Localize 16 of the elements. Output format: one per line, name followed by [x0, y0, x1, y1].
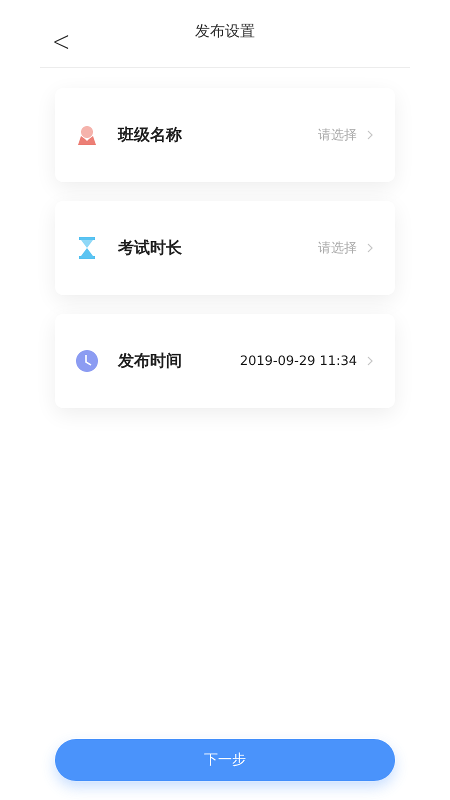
setting-card[interactable]: 班级名称 请选择	[55, 88, 395, 182]
chevron-icon	[367, 243, 373, 253]
chevron-icon	[367, 356, 373, 366]
setting-card[interactable]: 发布时间 2019-09-29 11:34	[55, 314, 395, 408]
setting-label: 考试时长	[118, 238, 183, 258]
setting-card[interactable]: 考试时长 请选择	[55, 201, 395, 295]
back-button[interactable]: <	[52, 28, 70, 58]
chevron-icon	[367, 130, 373, 140]
setting-label: 班级名称	[118, 124, 183, 146]
placeholder-text: 请选择	[318, 127, 357, 144]
placeholder-text: 请选择	[318, 240, 357, 257]
setting-label: 发布时间	[118, 350, 183, 372]
person-icon	[75, 124, 99, 146]
setting-value: 2019-09-29 11:34	[240, 354, 357, 368]
page-title: 发布设置	[195, 22, 255, 41]
clock-icon	[75, 349, 99, 373]
